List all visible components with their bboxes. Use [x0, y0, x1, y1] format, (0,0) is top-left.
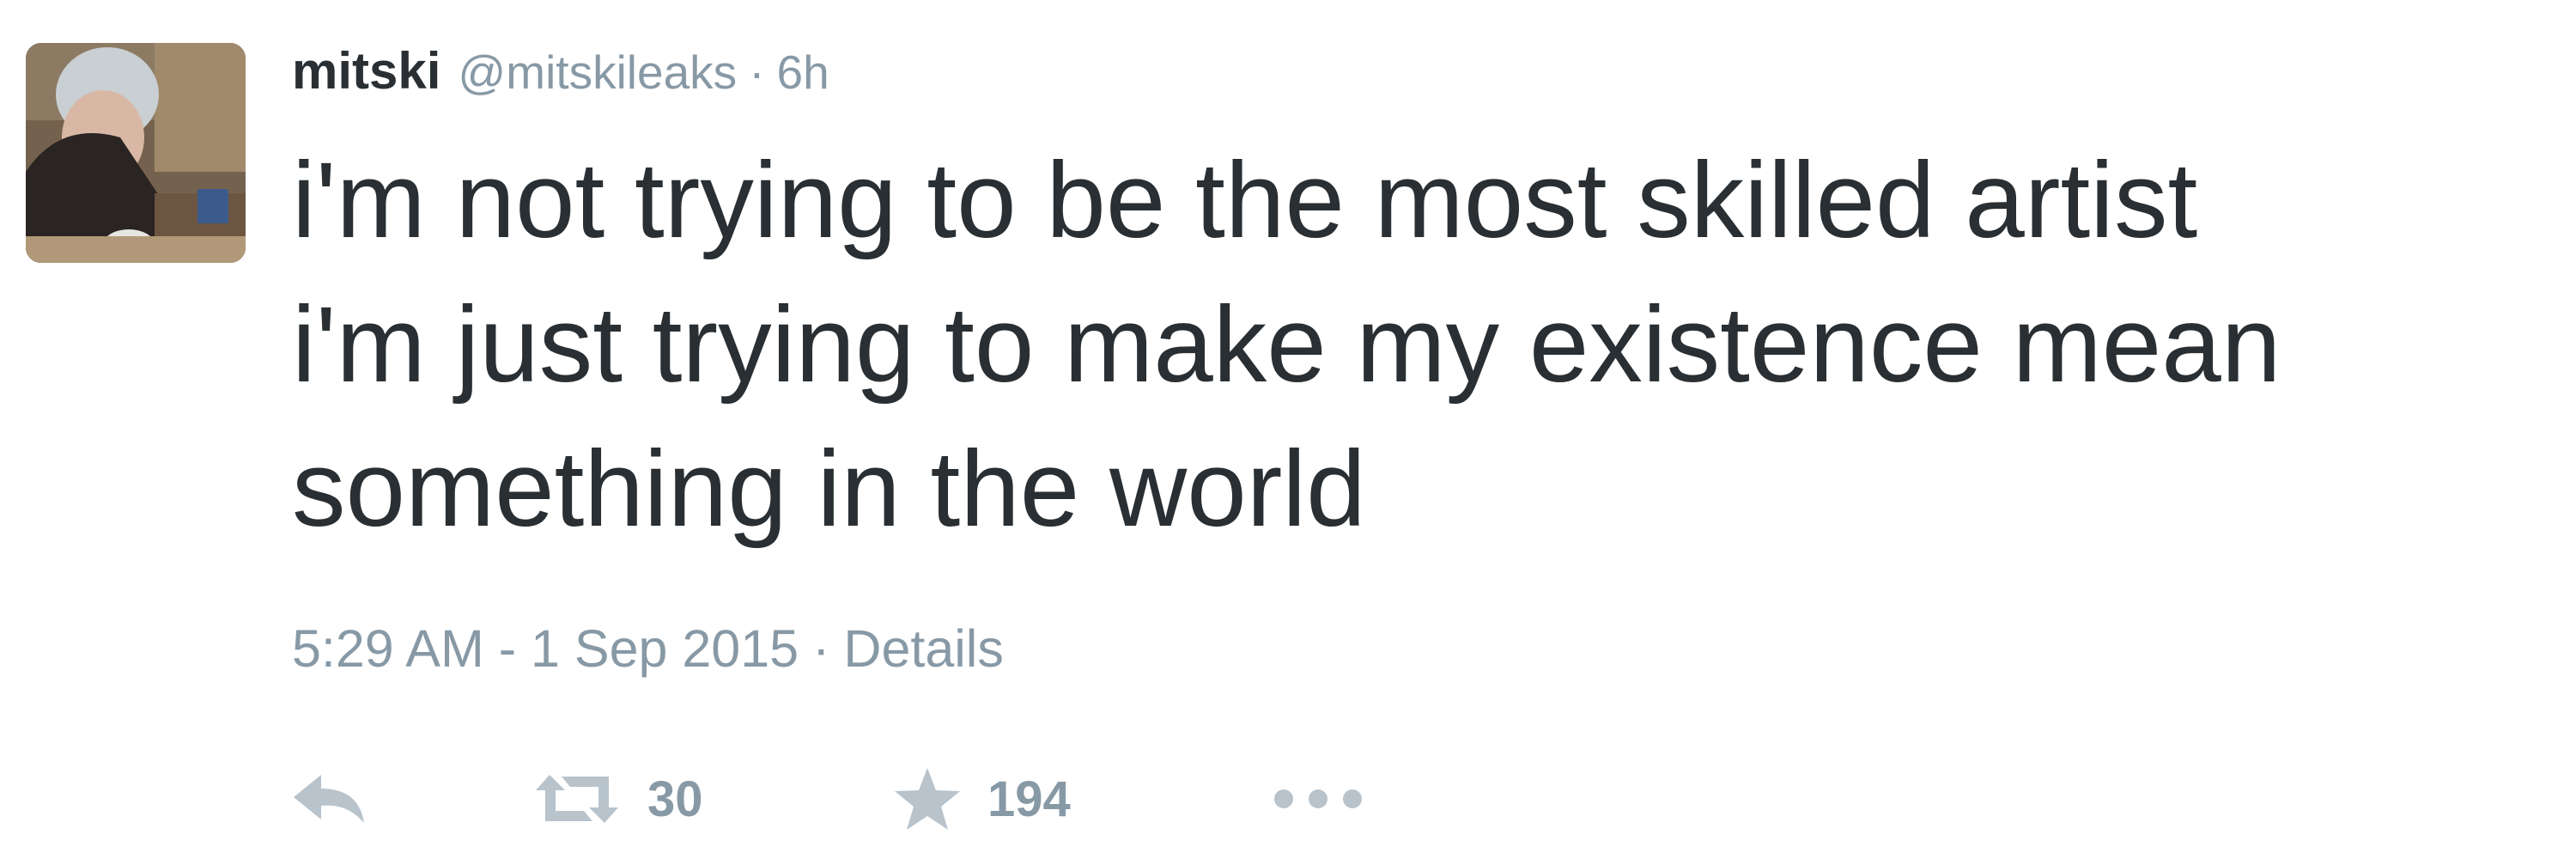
- tweet: mitski @mitskileaks · 6h i'm not trying …: [0, 0, 2576, 859]
- tweet-timestamp[interactable]: 5:29 AM - 1 Sep 2015: [292, 619, 799, 678]
- more-button[interactable]: [1271, 756, 1365, 842]
- favorite-button[interactable]: 194: [893, 756, 1071, 842]
- retweet-icon: [536, 775, 618, 823]
- tweet-text-line: i'm just trying to make my existence mea…: [292, 285, 2281, 405]
- author-handle[interactable]: @mitskileaks: [458, 45, 737, 100]
- tweet-meta: 5:29 AM - 1 Sep 2015 · Details: [292, 618, 1004, 679]
- header-separator: ·: [749, 46, 765, 99]
- avatar[interactable]: [26, 43, 246, 263]
- favorite-count: 194: [987, 771, 1071, 827]
- tweet-text: i'm not trying to be the most skilled ar…: [292, 129, 2559, 562]
- tweet-text-line: something in the world: [292, 430, 1366, 549]
- details-link[interactable]: Details: [843, 619, 1003, 678]
- relative-time[interactable]: 6h: [777, 45, 829, 100]
- tweet-header: mitski @mitskileaks · 6h: [292, 41, 829, 110]
- tweet-text-line: i'm not trying to be the most skilled ar…: [292, 141, 2198, 260]
- meta-separator: ·: [812, 619, 830, 678]
- avatar-image: [26, 43, 246, 263]
- retweet-count: 30: [647, 771, 703, 827]
- retweet-button[interactable]: 30: [532, 756, 703, 842]
- author-name[interactable]: mitski: [292, 41, 440, 101]
- star-icon: [895, 768, 960, 830]
- tweet-actions: 30 194: [292, 756, 1494, 842]
- reply-icon: [294, 775, 364, 823]
- reply-button[interactable]: [292, 756, 366, 842]
- more-icon: [1274, 789, 1362, 808]
